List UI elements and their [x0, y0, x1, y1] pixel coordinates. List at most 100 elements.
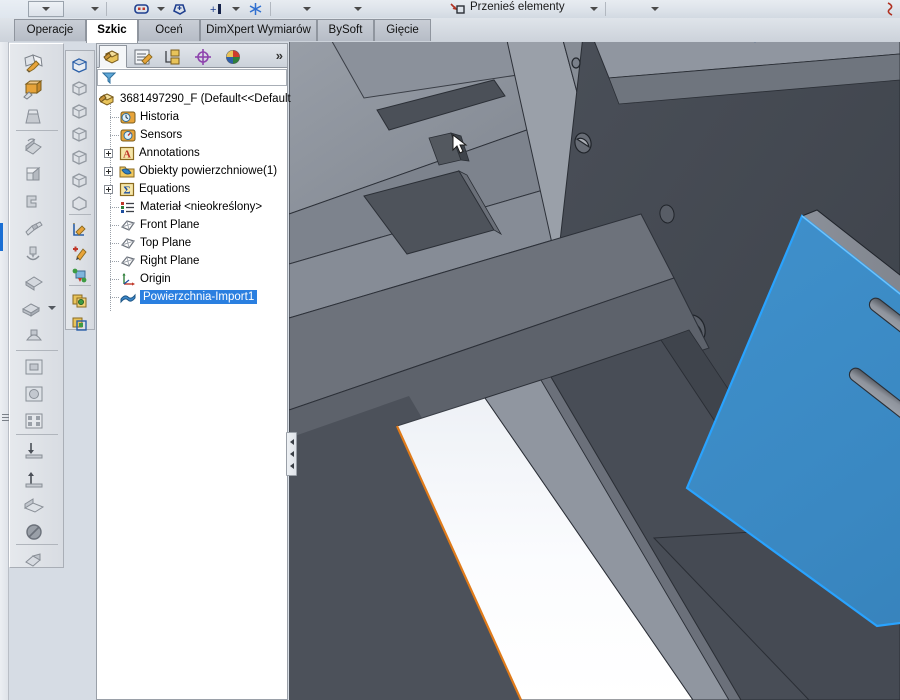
revolved-boss-icon[interactable]	[21, 134, 47, 160]
property-manager-tab[interactable]	[129, 45, 157, 68]
tree-stub	[110, 117, 120, 118]
unfold-bend-icon[interactable]	[21, 465, 47, 491]
feature-tree-filter-input[interactable]	[116, 70, 276, 85]
sketch-pencil-icon[interactable]	[21, 50, 47, 76]
tree-item-label: Sensors	[140, 129, 183, 141]
configuration-manager-tab[interactable]	[159, 45, 187, 68]
offset-entities-icon[interactable]	[172, 2, 187, 16]
tree-item-surface-bodies[interactable]: Obiekty powierzchniowe(1)	[104, 162, 277, 180]
tree-item-annotations[interactable]: A Annotations	[104, 144, 200, 162]
plane-icon	[120, 218, 136, 233]
chevron-down-icon[interactable]	[232, 7, 240, 11]
separator	[106, 2, 107, 16]
origin-axes-icon	[120, 272, 136, 287]
panel-splitter[interactable]	[286, 432, 297, 476]
solidworks-window: » 3681497290_F (Default<<Default Histori…	[0, 0, 900, 700]
3d-sketch-icon[interactable]	[21, 77, 47, 103]
swept-cut-icon[interactable]	[21, 269, 47, 295]
inner-divider-1	[69, 214, 91, 215]
no-bend-icon[interactable]	[21, 519, 47, 545]
bottom-view-icon[interactable]	[68, 191, 92, 215]
back-view-icon[interactable]	[68, 99, 92, 123]
tab-operacje[interactable]: Operacje	[14, 19, 86, 41]
tab-dimxpert-wymiarow[interactable]: DimXpert Wymiarów	[200, 19, 317, 41]
chevron-down-icon[interactable]	[303, 7, 311, 11]
command-manager-tabs[interactable]: Operacje Szkic Oceń DimXpert Wymiarów By…	[0, 18, 900, 43]
tree-item-root[interactable]: 3681497290_F (Default<<Default	[99, 90, 291, 108]
left-view-icon[interactable]	[68, 122, 92, 146]
chevron-down-icon[interactable]	[590, 7, 598, 11]
fillet-icon[interactable]	[19, 296, 45, 322]
body-move-copy-icon[interactable]	[68, 288, 92, 312]
chevron-down-icon[interactable]	[157, 7, 165, 11]
3d-viewport[interactable]	[289, 18, 900, 700]
revolved-cut-icon[interactable]	[21, 242, 47, 268]
feature-manager-tabbar[interactable]: »	[96, 43, 288, 68]
plane-icon	[120, 236, 136, 251]
view-orientation-toolbar[interactable]	[65, 50, 95, 331]
tree-item-top-plane[interactable]: Top Plane	[120, 234, 191, 252]
features-toolbar[interactable]	[9, 43, 64, 568]
tree-stub	[110, 279, 120, 280]
trim-entities-icon[interactable]: +	[208, 2, 223, 16]
flat-pattern-icon[interactable]	[21, 547, 47, 573]
isometric-view-icon[interactable]	[68, 53, 92, 77]
new-sketch-icon[interactable]	[68, 217, 92, 241]
feature-tree-tab[interactable]	[99, 45, 127, 68]
tree-item-equations[interactable]: Σ Equations	[104, 180, 190, 198]
edit-sketch-icon[interactable]	[68, 240, 92, 264]
pattern-icon[interactable]	[21, 408, 47, 434]
tab-ocen[interactable]: Oceń	[138, 19, 200, 41]
tree-item-origin[interactable]: Origin	[120, 270, 171, 288]
feature-tree-filter[interactable]	[97, 69, 287, 86]
lofted-boss-icon[interactable]	[21, 188, 47, 214]
command-manager-strip[interactable]: + Przenieś elementy	[0, 0, 900, 18]
toolbar-divider-4	[16, 544, 58, 545]
mirror-entities-icon[interactable]	[134, 2, 149, 16]
extruded-boss-icon[interactable]	[21, 104, 47, 130]
feature-manager-overflow-button[interactable]: »	[276, 48, 283, 63]
tree-item-material[interactable]: Materiał <nieokreślony>	[120, 198, 262, 216]
fillet-caret-icon[interactable]	[48, 306, 56, 310]
chevron-down-icon[interactable]	[354, 7, 362, 11]
chevron-down-icon[interactable]	[91, 7, 99, 11]
expand-plus-icon[interactable]	[104, 166, 113, 176]
flatten-icon[interactable]	[21, 492, 47, 518]
tree-item-sensors[interactable]: Sensors	[120, 126, 182, 144]
expand-plus-icon[interactable]	[104, 148, 113, 158]
rib-icon[interactable]	[21, 354, 47, 380]
tree-item-label: Right Plane	[140, 255, 200, 267]
tree-item-front-plane[interactable]: Front Plane	[120, 216, 199, 234]
chevron-down-icon[interactable]	[651, 7, 659, 11]
front-view-icon[interactable]	[68, 76, 92, 100]
feature-tree[interactable]: 3681497290_F (Default<<Default Historia	[97, 90, 291, 320]
extruded-cut-icon[interactable]	[21, 215, 47, 241]
tab-bysoft[interactable]: BySoft	[317, 19, 374, 41]
insert-bend-icon[interactable]	[21, 438, 47, 464]
tab-giecie[interactable]: Gięcie	[374, 19, 431, 41]
chamfer-icon[interactable]	[21, 323, 47, 349]
move-face-icon[interactable]	[68, 263, 92, 287]
dimxpert-manager-tab[interactable]	[189, 45, 217, 68]
expand-plus-icon[interactable]	[104, 184, 113, 194]
right-view-icon[interactable]	[68, 145, 92, 169]
equations-sigma-icon: Σ	[119, 182, 135, 197]
tree-item-history[interactable]: Historia	[120, 108, 179, 126]
plane-icon	[120, 254, 136, 269]
tab-szkic[interactable]: Szkic	[86, 19, 138, 43]
sketch-pattern-icon[interactable]	[248, 2, 263, 16]
display-manager-tab[interactable]	[219, 45, 247, 68]
sketch-extra-icon[interactable]	[886, 2, 900, 16]
body-combine-icon[interactable]	[68, 311, 92, 335]
svg-text:+: +	[210, 4, 216, 16]
tree-item-imported-surface[interactable]: Powierzchnia-Import1	[120, 288, 258, 306]
shell-icon[interactable]	[21, 381, 47, 407]
move-entities-icon[interactable]	[449, 2, 465, 16]
tree-item-label: Origin	[140, 273, 171, 285]
tree-item-right-plane[interactable]: Right Plane	[120, 252, 199, 270]
svg-text:Σ: Σ	[123, 184, 130, 196]
toolbar-divider-2	[16, 350, 58, 351]
top-view-icon[interactable]	[68, 168, 92, 192]
swept-boss-icon[interactable]	[21, 161, 47, 187]
chevron-down-icon[interactable]	[42, 7, 50, 11]
